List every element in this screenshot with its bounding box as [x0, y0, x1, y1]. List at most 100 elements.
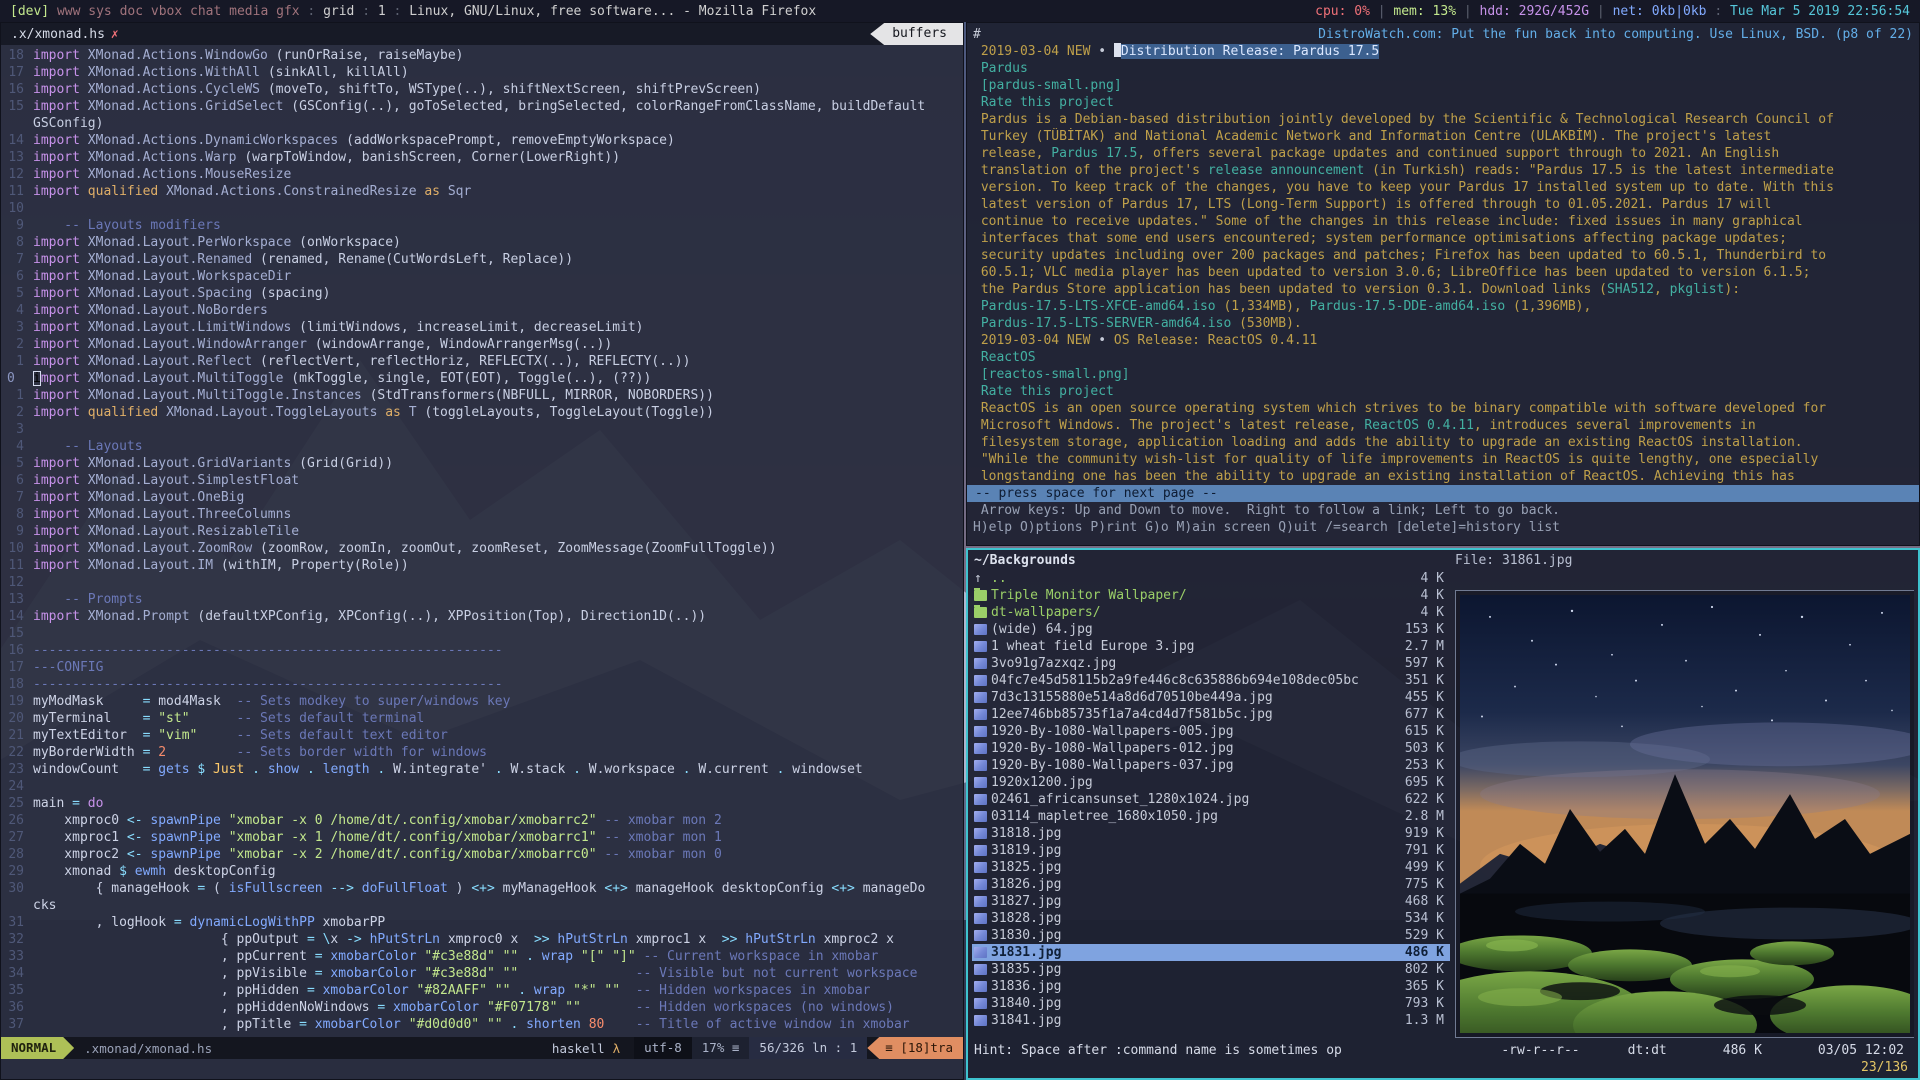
editor-line[interactable]: 22myBorderWidth = 2 -- Sets border width…: [1, 744, 963, 761]
link[interactable]: Pardus-17.5-LTS-SERVER-amd64.iso: [973, 316, 1231, 331]
file-row[interactable]: (wide) 64.jpg153 K: [972, 621, 1450, 638]
file-row[interactable]: 1920-By-1080-Wallpapers-012.jpg503 K: [972, 740, 1450, 757]
link[interactable]: Pardus: [973, 61, 1028, 76]
editor-line[interactable]: 13 -- Prompts: [1, 591, 963, 608]
editor-line[interactable]: 31 , logHook = dynamicLogWithPP xmobarPP: [1, 914, 963, 931]
file-row[interactable]: 31826.jpg775 K: [972, 876, 1450, 893]
file-row[interactable]: 31828.jpg534 K: [972, 910, 1450, 927]
file-row[interactable]: 1920-By-1080-Wallpapers-037.jpg253 K: [972, 757, 1450, 774]
editor-line[interactable]: 26 xmproc0 <- spawnPipe "xmobar -x 0 /ho…: [1, 812, 963, 829]
buffers-chip[interactable]: buffers: [870, 23, 963, 45]
file-row[interactable]: 31827.jpg468 K: [972, 893, 1450, 910]
editor-line[interactable]: 32 { ppOutput = \x -> hPutStrLn xmproc0 …: [1, 931, 963, 948]
editor-line[interactable]: 5import XMonad.Layout.GridVariants (Grid…: [1, 455, 963, 472]
editor-line[interactable]: 6import XMonad.Layout.WorkspaceDir: [1, 268, 963, 285]
file-row[interactable]: 31830.jpg529 K: [972, 927, 1450, 944]
file-row[interactable]: 31825.jpg499 K: [972, 859, 1450, 876]
editor-line[interactable]: 7import XMonad.Layout.OneBig: [1, 489, 963, 506]
editor-line[interactable]: 27 xmproc1 <- spawnPipe "xmobar -x 1 /ho…: [1, 829, 963, 846]
editor-line[interactable]: 34 , ppVisible = xmobarColor "#c3e88d" "…: [1, 965, 963, 982]
file-row[interactable]: 12ee746bb85735f1a7a4cd4d7f581b5c.jpg677 …: [972, 706, 1450, 723]
file-row[interactable]: 1 wheat field Europe 3.jpg2.7 M: [972, 638, 1450, 655]
editor-line[interactable]: 17---CONFIG: [1, 659, 963, 676]
link[interactable]: [reactos-small.png]: [973, 367, 1130, 382]
editor-line[interactable]: 28 xmproc2 <- spawnPipe "xmobar -x 2 /ho…: [1, 846, 963, 863]
editor-line[interactable]: 12: [1, 574, 963, 591]
current-directory[interactable]: ~/Backgrounds: [972, 552, 1450, 570]
editor-line[interactable]: 21myTextEditor = "vim" -- Sets default t…: [1, 727, 963, 744]
file-row[interactable]: 1920x1200.jpg695 K: [972, 774, 1450, 791]
workspace-current[interactable]: [dev]: [10, 4, 49, 19]
editor-line[interactable]: 1import XMonad.Layout.MultiToggle.Instan…: [1, 387, 963, 404]
editor-line[interactable]: 35 , ppHidden = xmobarColor "#82AAFF" ""…: [1, 982, 963, 999]
editor-line[interactable]: 0import XMonad.Layout.MultiToggle (mkTog…: [1, 370, 963, 387]
editor-line[interactable]: 11import XMonad.Layout.IM (withIM, Prope…: [1, 557, 963, 574]
editor-line[interactable]: 33 , ppCurrent = xmobarColor "#c3e88d" "…: [1, 948, 963, 965]
editor-line[interactable]: 15import XMonad.Actions.GridSelect (GSCo…: [1, 98, 963, 115]
link[interactable]: pkglist: [1670, 282, 1725, 297]
editor-line[interactable]: 24: [1, 778, 963, 795]
file-row[interactable]: 31818.jpg919 K: [972, 825, 1450, 842]
file-row[interactable]: 31819.jpg791 K: [972, 842, 1450, 859]
editor-line[interactable]: cks: [1, 897, 963, 914]
editor-line[interactable]: 5import XMonad.Layout.Spacing (spacing): [1, 285, 963, 302]
editor-line[interactable]: 25main = do: [1, 795, 963, 812]
file-row[interactable]: 31831.jpg486 K: [972, 944, 1450, 961]
file-row[interactable]: Triple Monitor Wallpaper/4 K: [972, 587, 1450, 604]
file-row[interactable]: 31840.jpg793 K: [972, 995, 1450, 1012]
link[interactable]: Rate this project: [973, 95, 1114, 110]
editor-line[interactable]: 29 xmonad $ ewmh desktopConfig: [1, 863, 963, 880]
editor-line[interactable]: 10: [1, 200, 963, 217]
editor-line[interactable]: 4 -- Layouts: [1, 438, 963, 455]
file-row[interactable]: 03114_mapletree_1680x1050.jpg2.8 M: [972, 808, 1450, 825]
link[interactable]: SHA512: [1607, 282, 1654, 297]
editor-line[interactable]: 37 , ppTitle = xmobarColor "#d0d0d0" "" …: [1, 1016, 963, 1033]
file-row[interactable]: 31835.jpg802 K: [972, 961, 1450, 978]
editor-line[interactable]: 18--------------------------------------…: [1, 676, 963, 693]
file-row[interactable]: 31836.jpg365 K: [972, 978, 1450, 995]
file-row[interactable]: 02461_africansunset_1280x1024.jpg622 K: [972, 791, 1450, 808]
editor-line[interactable]: 8import XMonad.Layout.PerWorkspace (onWo…: [1, 234, 963, 251]
tab-filename[interactable]: .x/xmonad.hs: [1, 26, 111, 43]
workspace-list[interactable]: www sys doc vbox chat media gfx: [49, 4, 299, 19]
editor-line[interactable]: 2import qualified XMonad.Layout.ToggleLa…: [1, 404, 963, 421]
file-row[interactable]: 04fc7e45d58115b2a9fe446c8c635886b694e108…: [972, 672, 1450, 689]
file-row[interactable]: 7d3c13155880e514a8d6d70510be449a.jpg455 …: [972, 689, 1450, 706]
link[interactable]: Pardus-17.5-LTS-XFCE-amd64.iso: [973, 299, 1216, 314]
selected-link[interactable]: Distribution Release: Pardus 17.5: [1121, 44, 1379, 59]
editor-line[interactable]: 16--------------------------------------…: [1, 642, 963, 659]
editor-line[interactable]: 23windowCount = gets $ Just . show . len…: [1, 761, 963, 778]
editor-line[interactable]: 10import XMonad.Layout.ZoomRow (zoomRow,…: [1, 540, 963, 557]
editor-line[interactable]: 15: [1, 625, 963, 642]
editor-line[interactable]: 30 { manageHook = ( isFullscreen --> doF…: [1, 880, 963, 897]
file-row[interactable]: dt-wallpapers/4 K: [972, 604, 1450, 621]
file-row[interactable]: 3vo91g7azxqz.jpg597 K: [972, 655, 1450, 672]
editor-line[interactable]: 3: [1, 421, 963, 438]
file-row[interactable]: 31841.jpg1.3 M: [972, 1012, 1450, 1029]
link[interactable]: Pardus-17.5-DDE-amd64.iso: [1310, 299, 1506, 314]
pager-bar[interactable]: -- press space for next page --: [967, 485, 1919, 502]
vim-commandline[interactable]: [1, 1059, 963, 1079]
editor-line[interactable]: 11import qualified XMonad.Actions.Constr…: [1, 183, 963, 200]
editor-line[interactable]: 1import XMonad.Layout.Reflect (reflectVe…: [1, 353, 963, 370]
editor-line[interactable]: 14import XMonad.Prompt (defaultXPConfig,…: [1, 608, 963, 625]
editor-line[interactable]: 16import XMonad.Actions.CycleWS (moveTo,…: [1, 81, 963, 98]
file-row[interactable]: 1920-By-1080-Wallpapers-005.jpg615 K: [972, 723, 1450, 740]
link[interactable]: Rate this project: [973, 384, 1114, 399]
editor-line[interactable]: 20myTerminal = "st" -- Sets default term…: [1, 710, 963, 727]
file-row[interactable]: ↑..4 K: [972, 570, 1450, 587]
editor-line[interactable]: 36 , ppHiddenNoWindows = xmobarColor "#F…: [1, 999, 963, 1016]
editor-line[interactable]: 9import XMonad.Layout.ResizableTile: [1, 523, 963, 540]
editor-line[interactable]: 14import XMonad.Actions.DynamicWorkspace…: [1, 132, 963, 149]
editor-line[interactable]: 4import XMonad.Layout.NoBorders: [1, 302, 963, 319]
editor-line[interactable]: 2import XMonad.Layout.WindowArranger (wi…: [1, 336, 963, 353]
editor-line[interactable]: 19myModMask = mod4Mask -- Sets modkey to…: [1, 693, 963, 710]
editor-line[interactable]: 3import XMonad.Layout.LimitWindows (limi…: [1, 319, 963, 336]
link[interactable]: [pardus-small.png]: [973, 78, 1122, 93]
editor-line[interactable]: 9 -- Layouts modifiers: [1, 217, 963, 234]
editor-line[interactable]: 7import XMonad.Layout.Renamed (renamed, …: [1, 251, 963, 268]
link[interactable]: ReactOS: [973, 350, 1036, 365]
editor-line[interactable]: 12import XMonad.Actions.MouseResize: [1, 166, 963, 183]
editor-line[interactable]: GSConfig): [1, 115, 963, 132]
editor-line[interactable]: 18import XMonad.Actions.WindowGo (runOrR…: [1, 47, 963, 64]
